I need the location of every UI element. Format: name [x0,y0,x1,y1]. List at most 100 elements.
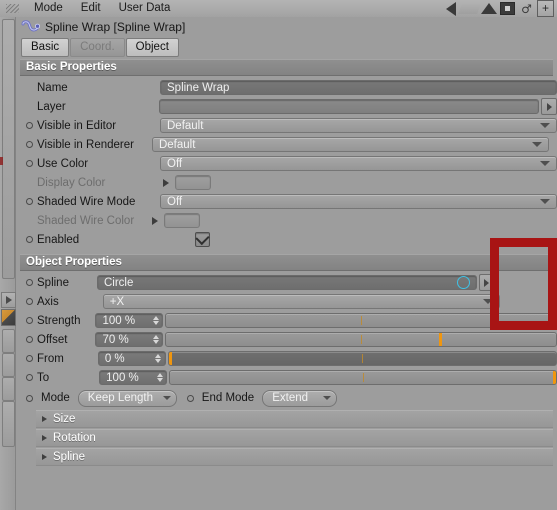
menu-mode[interactable]: Mode [25,1,72,16]
label-shaded-wire-color: Shaded Wire Color [37,214,135,227]
use-color-dropdown[interactable]: Off [160,156,557,171]
spline-open-button[interactable] [478,274,495,291]
end-mode-dropdown[interactable]: Extend [262,389,338,407]
shaded-wire-color-swatch[interactable] [164,213,201,228]
bullet-icon [26,317,33,324]
rail-segment-d[interactable] [2,401,15,447]
use-color-value: Off [167,157,183,170]
dot-leader [139,139,147,150]
layer-open-button[interactable] [541,98,557,115]
bullet-icon [26,198,33,205]
menu-edit[interactable]: Edit [72,1,110,16]
slider-center-tick [361,335,363,344]
left-rail [0,17,16,510]
tab-basic[interactable]: Basic [21,38,70,57]
bullet-icon [26,141,33,148]
spline-value: Circle [103,276,134,289]
axis-dropdown[interactable]: +X [102,294,500,309]
rail-segment-b[interactable] [2,353,15,377]
enabled-checkbox[interactable] [195,231,211,247]
row-strength: Strength 100 % [16,311,557,330]
grip-dots-icon[interactable] [6,4,19,13]
menu-user-data[interactable]: User Data [110,1,180,16]
rail-scroll-arrow-button[interactable] [1,292,16,308]
shaded-wire-mode-value: Off [167,195,183,208]
bullet-icon [26,160,33,167]
add-tab-button[interactable]: + [536,0,555,17]
label-to: To [37,371,50,384]
spline-wrap-icon [21,19,40,35]
snowman-icon[interactable]: ♂ [517,0,536,17]
label-shaded-wire-mode: Shaded Wire Mode [37,195,136,208]
offset-input[interactable]: 70 % [95,332,164,347]
group-size-label: Size [53,413,76,425]
group-size[interactable]: Size [36,410,553,428]
visible-in-editor-dropdown[interactable]: Default [160,118,557,133]
from-input[interactable]: 0 % [97,351,166,366]
menu-bar-tools: ♂ + [441,0,557,17]
display-color-swatch[interactable] [175,175,212,190]
chevron-down-icon [540,123,550,128]
rail-texture-icon[interactable] [1,309,16,326]
layer-input[interactable] [159,99,539,114]
section-basic-properties: Basic Properties [20,59,553,76]
name-input[interactable]: Spline Wrap [160,80,557,95]
mode-dropdown[interactable]: Keep Length [77,389,177,407]
group-rotation[interactable]: Rotation [36,429,553,447]
row-layer: Layer [16,97,557,116]
label-axis: Axis [37,295,59,308]
tab-bar: Basic Coord. Object [21,38,557,57]
dot-leader [110,177,159,188]
rail-segment-c[interactable] [2,377,15,401]
chevron-down-icon [482,299,493,304]
row-display-color: Display Color [16,173,557,192]
offset-stepper[interactable] [151,335,160,344]
rail-segment-top[interactable] [2,19,15,279]
object-title: Spline Wrap [Spline Wrap] [45,20,186,34]
bullet-icon [26,84,33,91]
bullet-icon [26,394,33,402]
to-slider-handle[interactable] [553,371,556,384]
label-name: Name [37,81,68,94]
strength-stepper[interactable] [151,316,160,325]
ghost-icon [458,0,481,17]
row-shaded-wire-color: Shaded Wire Color [16,211,557,230]
label-use-color: Use Color [37,157,89,170]
row-axis: Axis +X [16,292,557,311]
dot-leader [63,296,98,307]
label-from: From [37,352,64,365]
shaded-wire-color-expander-icon[interactable] [152,216,159,225]
label-display-color: Display Color [37,176,106,189]
group-spline[interactable]: Spline [36,448,553,466]
row-enabled: Enabled [16,230,557,249]
dot-leader [68,353,93,364]
from-slider[interactable] [167,351,557,366]
shaded-wire-mode-dropdown[interactable]: Off [160,194,557,209]
spline-link-field[interactable]: Circle [96,275,477,290]
up-arrow-icon[interactable] [479,0,498,17]
from-stepper[interactable] [154,354,163,363]
layout-icon[interactable] [498,0,517,17]
tab-coord[interactable]: Coord. [70,38,125,57]
tab-object[interactable]: Object [125,38,179,57]
strength-slider[interactable] [165,313,557,328]
bullet-icon [26,279,33,286]
from-slider-handle[interactable] [168,352,172,365]
to-stepper[interactable] [155,373,164,382]
attribute-manager-window: Mode Edit User Data ♂ + Spline Wrap [Spl… [0,0,557,510]
rail-segment-a[interactable] [2,329,15,353]
visible-in-renderer-dropdown[interactable]: Default [151,137,549,152]
display-color-expander-icon[interactable] [163,178,170,187]
row-name: Name Spline Wrap [16,78,557,97]
check-icon [195,231,210,246]
to-slider[interactable] [169,370,557,385]
label-mode: Mode [41,392,70,404]
circle-spline-icon [456,276,470,289]
offset-slider-handle[interactable] [439,333,443,346]
offset-slider[interactable] [165,332,557,347]
to-input[interactable]: 100 % [99,370,168,385]
visible-in-editor-value: Default [167,119,204,132]
menu-bar: Mode Edit User Data ♂ + [0,0,557,18]
strength-input[interactable]: 100 % [95,313,164,328]
back-arrow-icon[interactable] [441,0,460,17]
